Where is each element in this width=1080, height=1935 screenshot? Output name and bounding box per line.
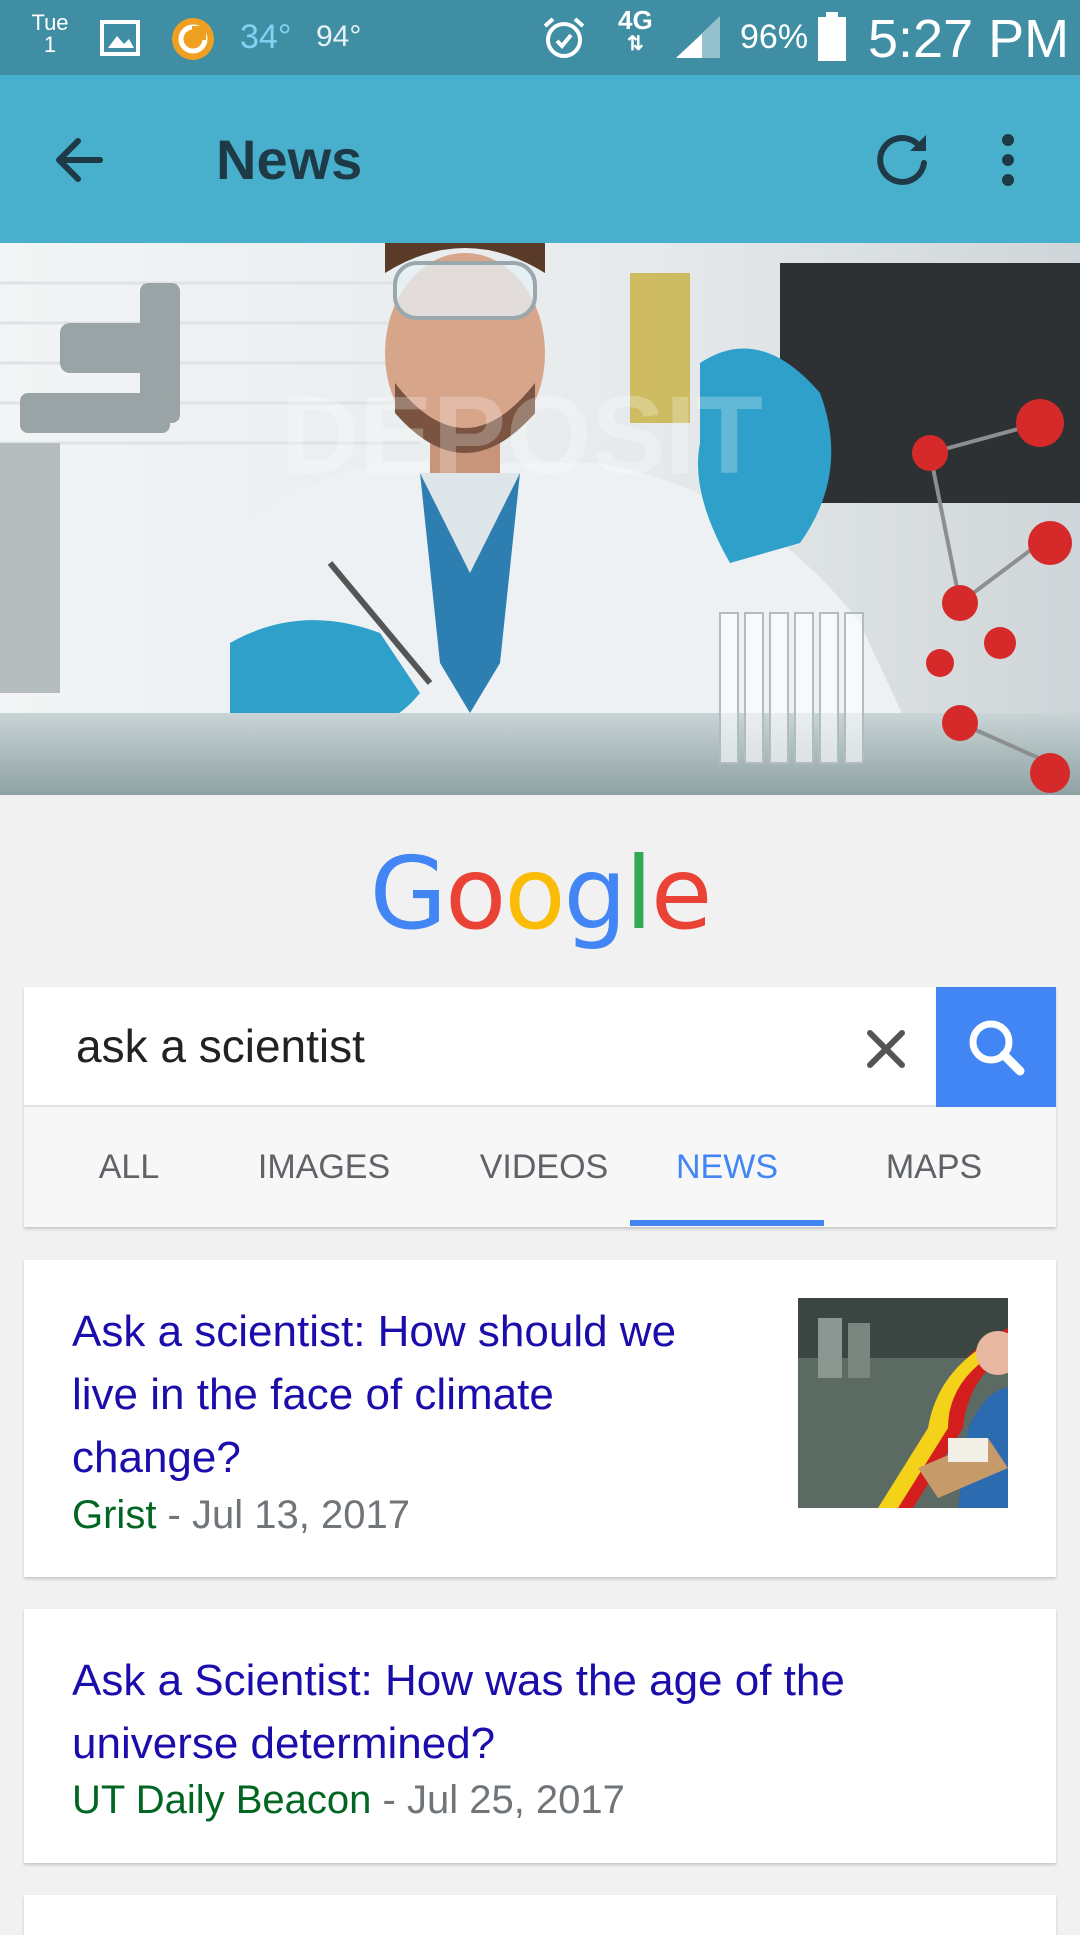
refresh-icon[interactable]	[868, 125, 938, 195]
search-input[interactable]	[76, 1013, 836, 1079]
result-title[interactable]: Ask a scientist: How should we live in t…	[72, 1300, 676, 1489]
clear-icon[interactable]	[856, 1019, 916, 1079]
result-date: - Jul 25, 2017	[371, 1778, 625, 1822]
battery-icon	[816, 12, 848, 62]
result-source: UT Daily Beacon	[72, 1778, 372, 1822]
result-meta: UT Daily Beacon - Jul 25, 2017	[72, 1778, 625, 1823]
more-vert-icon[interactable]	[980, 125, 1036, 195]
temperature-current: 34°	[240, 18, 292, 56]
tab-news[interactable]: NEWS	[630, 1107, 824, 1227]
svg-text:DEPOSIT: DEPOSIT	[280, 374, 763, 497]
network-type: 4G	[618, 5, 653, 35]
temperature-high: 94°	[316, 20, 362, 53]
tab-images[interactable]: IMAGES	[214, 1107, 434, 1227]
status-day: Tue	[31, 10, 69, 35]
signal-icon	[672, 12, 724, 60]
result-thumbnail[interactable]	[798, 1298, 1008, 1508]
page-title: News	[216, 128, 363, 191]
search-tabs: ALL IMAGES VIDEOS NEWS MAPS	[24, 1107, 1056, 1227]
result-title[interactable]: Ask a Scientist: How was the age of the …	[72, 1649, 845, 1775]
hero-image: DEPOSIT	[0, 243, 1080, 795]
result-title-line: change?	[72, 1433, 241, 1482]
weather-circle-icon	[170, 16, 216, 62]
gallery-icon	[100, 20, 140, 56]
app-bar: News	[0, 75, 1080, 243]
result-date: - Jul 13, 2017	[156, 1493, 410, 1537]
result-source: Grist	[72, 1493, 157, 1537]
status-time: 5:27 PM	[868, 9, 1070, 69]
search-card: ALL IMAGES VIDEOS NEWS MAPS	[24, 987, 1056, 1227]
result-title-line: Ask a Scientist: How was the age of the	[72, 1656, 845, 1705]
search-button[interactable]	[936, 987, 1056, 1107]
tab-all[interactable]: ALL	[54, 1107, 204, 1227]
news-result[interactable]: Ask a Scientist: How was the age of the …	[24, 1609, 1056, 1863]
data-arrows-icon: ⇅	[626, 33, 644, 55]
status-bar: Tue 1 34° 94° 4G ⇅ 96% 5:27 PM	[0, 0, 1080, 75]
news-result[interactable]: Ask a scientist: How should we live in t…	[24, 1260, 1056, 1577]
result-title-line: Ask a scientist: How should we	[72, 1307, 677, 1356]
alarm-icon	[540, 14, 588, 62]
status-day-number: 1	[43, 32, 57, 57]
tab-videos[interactable]: VIDEOS	[444, 1107, 644, 1227]
result-title-line: universe determined?	[72, 1719, 496, 1768]
news-result[interactable]	[24, 1895, 1056, 1935]
active-tab-indicator	[630, 1220, 824, 1226]
tab-maps[interactable]: MAPS	[834, 1107, 1034, 1227]
search-icon	[969, 1020, 1025, 1076]
network-indicator: 4G ⇅	[618, 5, 653, 56]
result-title-line: live in the face of climate	[72, 1370, 554, 1419]
google-logo: Google	[369, 835, 713, 952]
battery-percent: 96%	[740, 18, 809, 56]
result-meta: Grist - Jul 13, 2017	[72, 1493, 410, 1538]
status-date: Tue 1	[30, 12, 70, 56]
back-arrow-icon[interactable]	[48, 125, 118, 195]
